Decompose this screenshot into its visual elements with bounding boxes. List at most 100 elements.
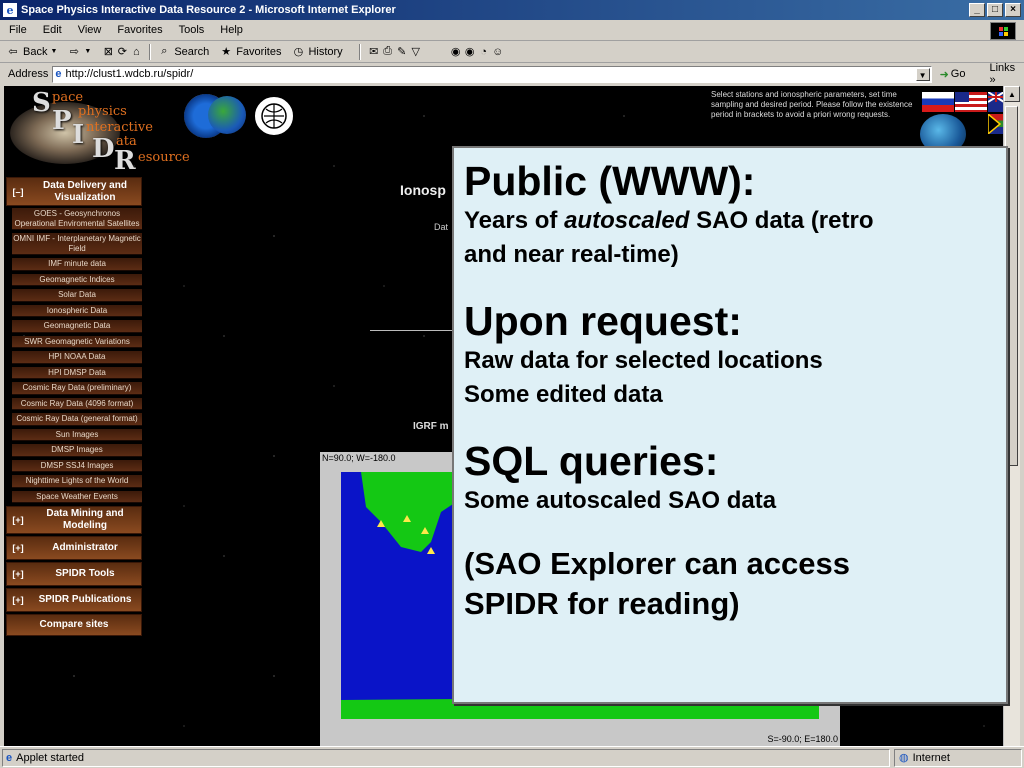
page-icon: e [55, 68, 62, 80]
public-heading: Public (WWW): [464, 158, 756, 204]
mail-icon[interactable]: ✉ [367, 45, 381, 59]
cgds-emblem-icon[interactable] [252, 94, 296, 138]
sidebar-item-cosmic-ray-4096[interactable]: Cosmic Ray Data (4096 format) [12, 397, 142, 410]
maximize-button[interactable]: □ [987, 3, 1003, 17]
map-nw-coordinates: N=90.0; W=-180.0 [322, 453, 396, 463]
search-button[interactable]: ⌕ Search [157, 45, 209, 59]
go-button[interactable]: ➜ Go [940, 68, 966, 81]
back-label: Back [23, 45, 48, 58]
sidebar-item-cosmic-ray-prelim[interactable]: Cosmic Ray Data (preliminary) [12, 382, 142, 395]
sidebar-section-compare-sites[interactable]: Compare sites [6, 614, 142, 636]
menu-edit[interactable]: Edit [43, 24, 62, 36]
sidebar-item-hpi-dmsp[interactable]: HPI DMSP Data [12, 366, 142, 379]
sidebar-item-sun-images[interactable]: Sun Images [12, 428, 142, 441]
sidebar-item-geomagnetic-data[interactable]: Geomagnetic Data [12, 320, 142, 333]
forward-button[interactable]: ⇨ ▼ [67, 45, 92, 59]
messenger-icon[interactable]: ◔ [477, 45, 491, 59]
sidebar-item-imf-minute[interactable]: IMF minute data [12, 258, 142, 271]
address-bar: Address e http://clust1.wdcb.ru/spidr/ ▼… [0, 62, 1024, 86]
go-arrow-icon: ➜ [939, 68, 949, 81]
address-url: http://clust1.wdcb.ru/spidr/ [65, 68, 194, 80]
ie-icon: e [3, 3, 17, 17]
text-fragment: Years of [464, 207, 565, 234]
edit-icon[interactable]: ✎ [395, 45, 409, 59]
page-status-icon: e [6, 751, 13, 764]
back-button[interactable]: ⇦ Back ▼ [6, 45, 57, 59]
sidebar-section-spidr-tools[interactable]: [+] SPIDR Tools [6, 562, 142, 586]
history-icon: ◷ [293, 46, 304, 58]
sidebar-section-label: Data Delivery and Visualization [43, 179, 127, 203]
sidebar-nav: [–] Data Delivery and Visualization GOES… [6, 177, 142, 638]
expand-toggle[interactable]: [+] [7, 569, 29, 579]
russia-flag-icon[interactable] [922, 92, 954, 112]
sidebar-section-data-delivery[interactable]: [–] Data Delivery and Visualization [6, 177, 142, 206]
search-icon: ⌕ [161, 45, 168, 57]
sidebar-item-dmsp-ssj4[interactable]: DMSP SSJ4 Images [12, 459, 142, 472]
media-icon[interactable]: ◉ [449, 45, 463, 59]
sidebar-item-goes[interactable]: GOES - Geosynchronos Operational Envirom… [12, 208, 142, 230]
refresh-icon[interactable]: ⟳ [115, 45, 129, 59]
sidebar-section-administrator[interactable]: [+] Administrator [6, 536, 142, 560]
sidebar-section-spidr-publications[interactable]: [+] SPIDR Publications [6, 588, 142, 612]
usa-flag-icon[interactable] [955, 92, 987, 112]
address-input[interactable]: e http://clust1.wdcb.ru/spidr/ ▼ [52, 65, 932, 83]
chevron-down-icon: ▼ [50, 48, 58, 55]
instructions-text: Select stations and ionospheric paramete… [711, 90, 913, 119]
plugin-icon[interactable]: ☺ [491, 45, 505, 59]
igrf-label: IGRF m [413, 421, 449, 432]
logo-letter: S [32, 88, 51, 118]
close-button[interactable]: × [1005, 3, 1021, 17]
favorites-label: Favorites [236, 45, 282, 58]
sidebar-section-label: Administrator [52, 542, 118, 553]
menu-file[interactable]: File [9, 24, 27, 36]
slide-overlay: Public (WWW): Years of autoscaled SAO da… [452, 146, 1008, 704]
sidebar-item-ionospheric-data[interactable]: Ionospheric Data [12, 304, 142, 317]
menu-favorites[interactable]: Favorites [117, 24, 162, 36]
globe-icon[interactable] [208, 96, 246, 134]
menu-tools[interactable]: Tools [179, 24, 205, 36]
sidebar-item-geomagnetic-indices[interactable]: Geomagnetic Indices [12, 273, 142, 286]
stop-icon[interactable]: ⊠ [101, 45, 115, 59]
sidebar-item-cosmic-ray-general[interactable]: Cosmic Ray Data (general format) [12, 413, 142, 426]
sidebar-item-hpi-noaa[interactable]: HPI NOAA Data [12, 351, 142, 364]
forward-arrow-icon: ⇨ [69, 46, 80, 58]
sidebar-section-data-mining[interactable]: [+] Data Mining and Modeling [6, 506, 142, 534]
favorites-icon: ★ [221, 46, 232, 58]
print-icon[interactable]: ⎙ [381, 45, 395, 59]
sidebar-item-nighttime-lights[interactable]: Nighttime Lights of the World [12, 475, 142, 488]
scroll-up-icon[interactable]: ▲ [1004, 86, 1020, 102]
sidebar-item-omni-imf[interactable]: OMNI IMF - Interplanetary Magnetic Field [12, 233, 142, 255]
expand-toggle[interactable]: [+] [7, 515, 29, 525]
minimize-button[interactable]: _ [969, 3, 985, 17]
data-label: Dat [434, 222, 449, 232]
page-title: Ionosp [400, 182, 446, 198]
links-button[interactable]: Links » [989, 62, 1024, 86]
sidebar-item-space-weather[interactable]: Space Weather Events [12, 490, 142, 503]
menu-bar: File Edit View Favorites Tools Help [0, 20, 1024, 41]
windows-logo-icon [990, 22, 1016, 40]
expand-toggle[interactable]: [+] [7, 543, 29, 553]
spidr-logo: S pace P physics I nteractive D ata R es… [6, 88, 190, 176]
logo-word: nteractive [86, 120, 153, 135]
sidebar-items: GOES - Geosynchronos Operational Envirom… [6, 208, 142, 503]
radio-icon[interactable]: ◉ [463, 45, 477, 59]
back-arrow-icon: ⇦ [8, 46, 18, 58]
sidebar-item-swr-variations[interactable]: SWR Geomagnetic Variations [12, 335, 142, 348]
home-icon[interactable]: ⌂ [129, 45, 143, 59]
expand-toggle[interactable]: [+] [7, 595, 29, 605]
logo-letter: I [72, 120, 85, 150]
logo-letter: D [92, 134, 115, 164]
address-dropdown-icon[interactable]: ▼ [915, 67, 930, 81]
status-text-pane: e Applet started [2, 748, 890, 767]
menu-view[interactable]: View [78, 24, 102, 36]
logo-word: physics [78, 104, 127, 119]
collapse-toggle[interactable]: [–] [7, 187, 29, 197]
sidebar-item-solar-data[interactable]: Solar Data [12, 289, 142, 302]
favorites-button[interactable]: ★ Favorites [219, 45, 281, 59]
sidebar-item-dmsp-images[interactable]: DMSP Images [12, 444, 142, 457]
discuss-icon[interactable]: ▽ [409, 45, 423, 59]
text-emphasis: autoscaled [564, 207, 690, 234]
history-button[interactable]: ◷ History [291, 45, 343, 59]
menu-help[interactable]: Help [220, 24, 243, 36]
sql-heading: SQL queries: [464, 438, 719, 484]
